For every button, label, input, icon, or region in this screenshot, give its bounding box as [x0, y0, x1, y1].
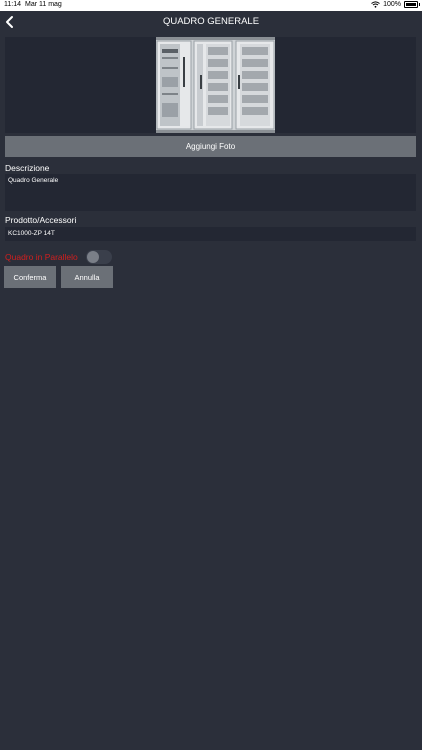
description-label: Descrizione [5, 163, 50, 173]
product-label: Prodotto/Accessori [5, 215, 77, 225]
cancel-button[interactable]: Annulla [61, 266, 113, 288]
navigation-bar: QUADRO GENERALE [0, 11, 422, 33]
status-time: 11:14 [4, 1, 21, 8]
photo-area [5, 37, 416, 133]
cabinet-photo [156, 37, 275, 133]
status-bar: 11:14 Mar 11 mag 100% [0, 0, 422, 11]
add-photo-button[interactable]: Aggiungi Foto [5, 136, 416, 157]
battery-percent: 100% [383, 1, 401, 8]
description-field[interactable]: Quadro Generale [5, 174, 416, 211]
status-right: 100% [371, 1, 420, 8]
confirm-button[interactable]: Conferma [4, 266, 56, 288]
parallel-label: Quadro in Parallelo [5, 252, 78, 262]
toggle-knob [87, 251, 99, 263]
parallel-toggle[interactable] [86, 250, 112, 264]
status-date: Mar 11 mag [25, 1, 62, 8]
battery-icon [404, 1, 420, 8]
product-field[interactable]: KC1000-ZP 14T [5, 227, 416, 241]
page-title: QUADRO GENERALE [162, 16, 260, 27]
wifi-icon [371, 1, 380, 8]
